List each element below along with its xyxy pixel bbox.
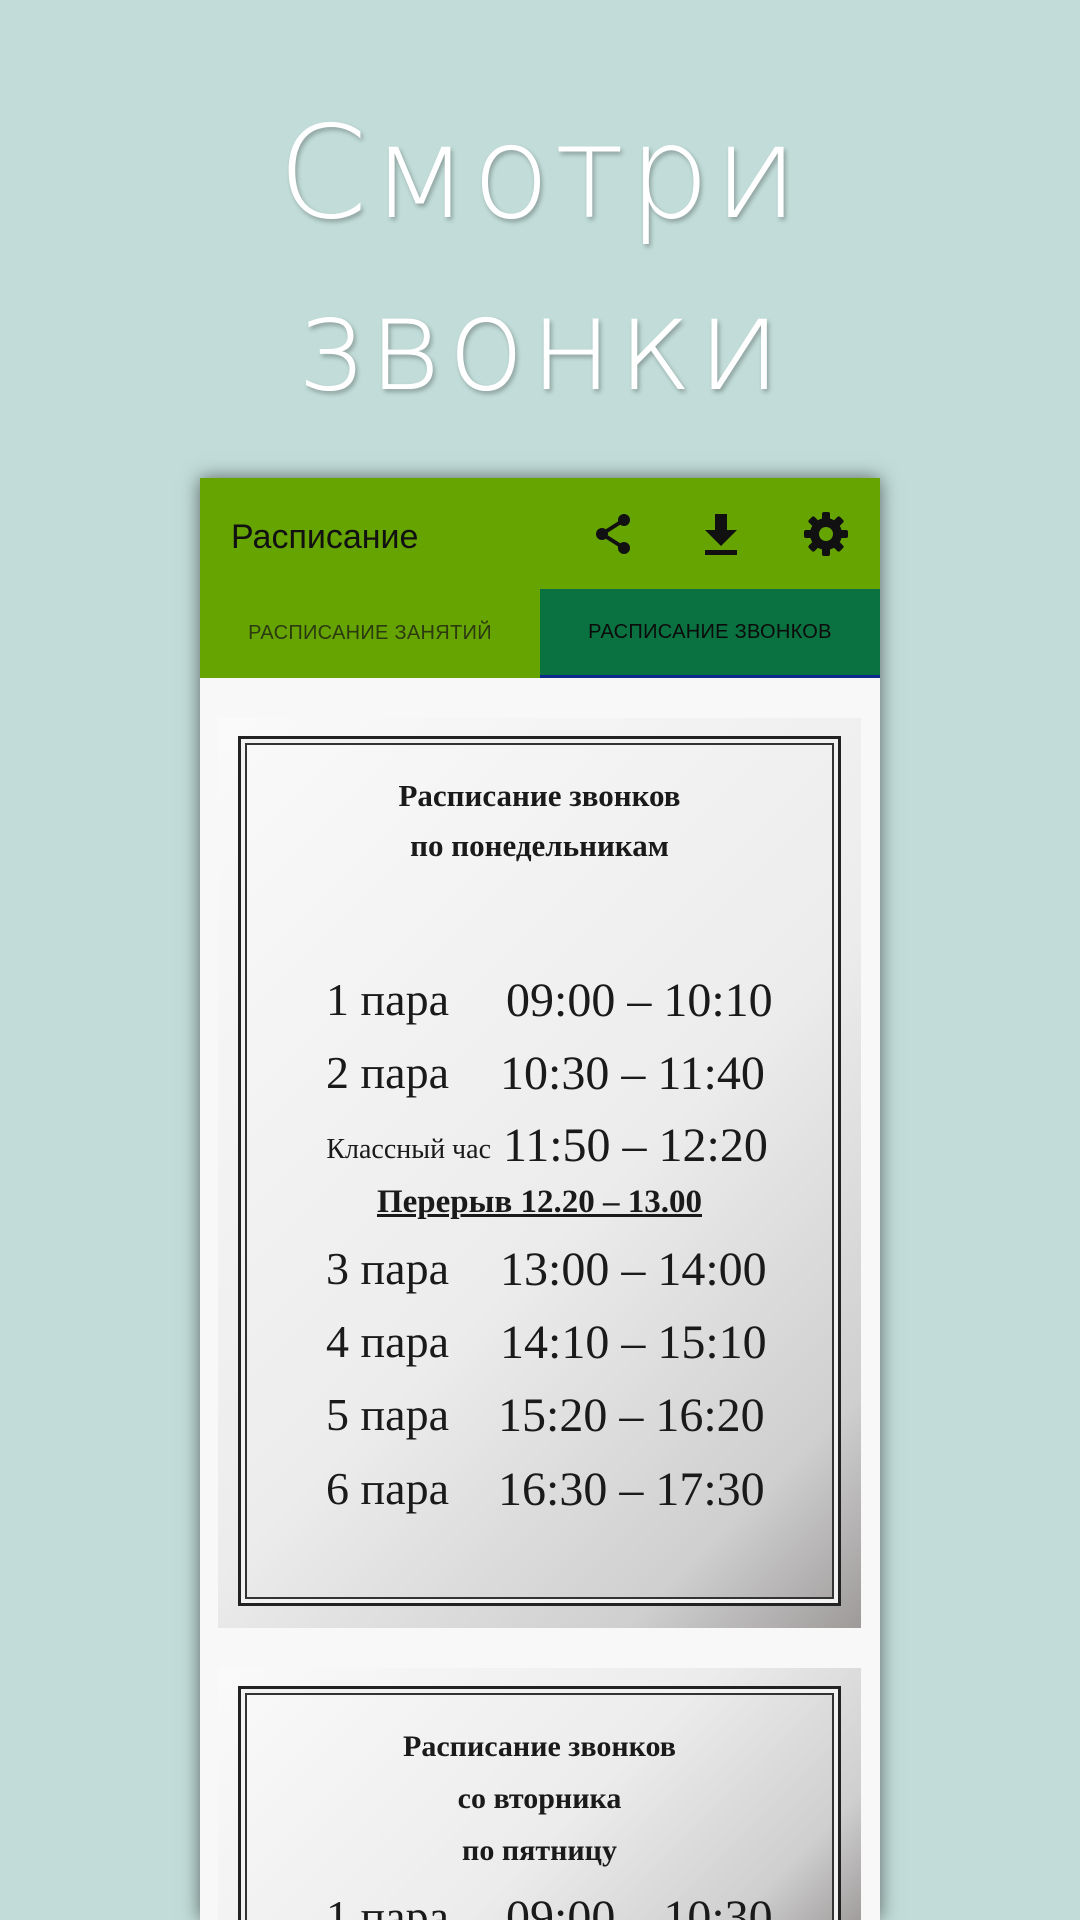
schedule-row: 2 пара 10:30 – 11:40 [218,1046,861,1106]
schedule-row: 5 пара 15:20 – 16:20 [218,1388,861,1448]
row-time: 15:20 – 16:20 [498,1389,765,1442]
schedule-row: 1 пара 09:00 – 10:10 [218,973,861,1033]
row-time: 13:00 – 14:00 [500,1243,767,1296]
bell-schedule-image-tue-fri[interactable]: Расписание звонков со вторника по пятниц… [218,1668,861,1920]
row-label: 1 пара [326,974,449,1025]
share-icon[interactable] [590,510,638,558]
promo-title-line2: звонки [294,271,786,420]
row-label: 4 пара [326,1316,449,1367]
row-label: Классный час [326,1134,491,1165]
settings-icon[interactable] [802,510,850,558]
bell-schedule-image-monday[interactable]: Расписание звонков по понедельникам 1 па… [218,718,861,1628]
phone-screen: Расписание РАСПИСАНИЕ ЗАНЯТИЙ РАСПИСАНИЕ… [200,478,880,1920]
row-label: 1 пара [326,1891,449,1920]
row-time: 10:30 – 11:40 [500,1047,765,1100]
sheet-title-line3: по пятницу [462,1834,617,1867]
app-bar: Расписание [200,478,880,589]
schedule-row: Классный час 11:50 – 12:20 [218,1118,861,1178]
download-icon[interactable] [697,510,745,558]
row-time: 09:00 – 10:10 [506,974,773,1027]
sheet-title-line1: Расписание звонков [398,778,681,813]
row-time: 09:00 – 10:30 [506,1891,773,1920]
row-label: 2 пара [326,1047,449,1098]
row-label: 3 пара [326,1243,449,1294]
tab-bar: РАСПИСАНИЕ ЗАНЯТИЙ РАСПИСАНИЕ ЗВОНКОВ [200,589,880,678]
row-label: 5 пара [326,1389,449,1440]
app-title: Расписание [231,518,419,556]
schedule-row: 4 пара 14:10 – 15:10 [218,1315,861,1375]
sheet-title-line2: со вторника [457,1782,622,1815]
sheet-title-line1: Расписание звонков [403,1730,676,1763]
row-time: 14:10 – 15:10 [500,1316,767,1369]
promo-title-line1: Смотри [277,99,803,248]
row-time: 16:30 – 17:30 [498,1463,765,1516]
row-time: 11:50 – 12:20 [503,1119,768,1172]
schedule-row: 6 пара 16:30 – 17:30 [218,1462,861,1522]
sheet-title-line2: по понедельникам [410,828,669,863]
promo-title: Смотри звонки [0,88,1080,432]
schedule-row: 3 пара 13:00 – 14:00 [218,1242,861,1302]
row-label: 6 пара [326,1463,449,1514]
schedule-row: 1 пара 09:00 – 10:30 [218,1890,861,1920]
break-line: Перерыв 12.20 – 13.00 [376,1184,702,1220]
tab-lessons-schedule[interactable]: РАСПИСАНИЕ ЗАНЯТИЙ [200,589,540,678]
tab-bells-schedule[interactable]: РАСПИСАНИЕ ЗВОНКОВ [540,589,880,678]
